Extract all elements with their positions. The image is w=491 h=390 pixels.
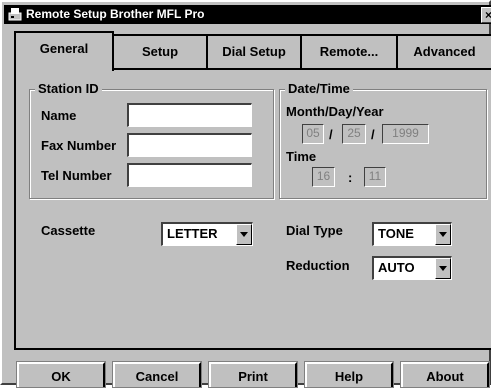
title-bar[interactable]: Remote Setup Brother MFL Pro ×	[4, 5, 491, 24]
cassette-select[interactable]: LETTER	[161, 222, 253, 246]
tab-remote-label: Remote...	[319, 44, 379, 59]
tel-number-field[interactable]	[127, 163, 252, 187]
tab-general-label: General	[39, 41, 89, 56]
time-separator: :	[348, 170, 353, 185]
reduction-select[interactable]: AUTO	[372, 256, 452, 280]
chevron-down-icon[interactable]	[435, 224, 451, 245]
tab-setup-label: Setup	[141, 44, 179, 59]
ok-button-label: OK	[51, 369, 71, 384]
date-separator-1: /	[329, 127, 333, 142]
minute-field: 11	[364, 167, 386, 187]
help-button-label: Help	[334, 369, 364, 384]
dial-type-value: TONE	[378, 226, 414, 241]
cancel-button[interactable]: Cancel	[112, 361, 202, 388]
print-button-label: Print	[238, 369, 268, 384]
time-label: Time	[286, 149, 317, 164]
dial-type-label: Dial Type	[286, 223, 343, 238]
cassette-value: LETTER	[167, 226, 218, 241]
tab-advanced-label: Advanced	[413, 44, 476, 59]
reduction-label: Reduction	[286, 258, 350, 273]
tab-dial-setup[interactable]: Dial Setup	[206, 34, 302, 68]
hour-field: 16	[312, 167, 335, 187]
window-title: Remote Setup Brother MFL Pro	[26, 7, 205, 21]
close-button[interactable]: ×	[481, 7, 491, 23]
date-format-label: Month/Day/Year	[286, 104, 384, 119]
about-button-label: About	[426, 369, 464, 384]
station-id-title: Station ID	[35, 82, 102, 96]
reduction-value: AUTO	[378, 260, 415, 275]
cassette-label: Cassette	[41, 223, 96, 238]
printer-fax-icon	[8, 8, 22, 21]
cancel-button-label: Cancel	[135, 369, 179, 384]
tab-panel-general: Station ID Name Fax Number Tel Number Da…	[14, 68, 491, 350]
tab-advanced[interactable]: Advanced	[396, 34, 491, 68]
year-field: 1999	[382, 124, 429, 144]
dial-type-select[interactable]: TONE	[372, 222, 452, 246]
tab-remote[interactable]: Remote...	[300, 34, 398, 68]
date-time-title: Date/Time	[285, 82, 353, 96]
about-button[interactable]: About	[400, 361, 490, 388]
ok-button[interactable]: OK	[16, 361, 106, 388]
dialog-window: Remote Setup Brother MFL Pro × General S…	[0, 0, 491, 388]
name-field[interactable]	[127, 103, 252, 127]
print-button[interactable]: Print	[208, 361, 298, 388]
tab-general[interactable]: General	[14, 31, 114, 71]
tel-number-label: Tel Number	[41, 168, 112, 183]
name-label: Name	[41, 108, 77, 123]
tab-setup[interactable]: Setup	[112, 34, 208, 68]
tab-dial-setup-label: Dial Setup	[222, 44, 286, 59]
chevron-down-icon[interactable]	[236, 224, 252, 245]
month-field: 05	[302, 124, 324, 144]
fax-number-field[interactable]	[127, 133, 252, 157]
day-field: 25	[342, 124, 366, 144]
help-button[interactable]: Help	[304, 361, 394, 388]
chevron-down-icon[interactable]	[435, 258, 451, 279]
fax-number-label: Fax Number	[41, 138, 117, 153]
date-separator-2: /	[371, 127, 375, 142]
